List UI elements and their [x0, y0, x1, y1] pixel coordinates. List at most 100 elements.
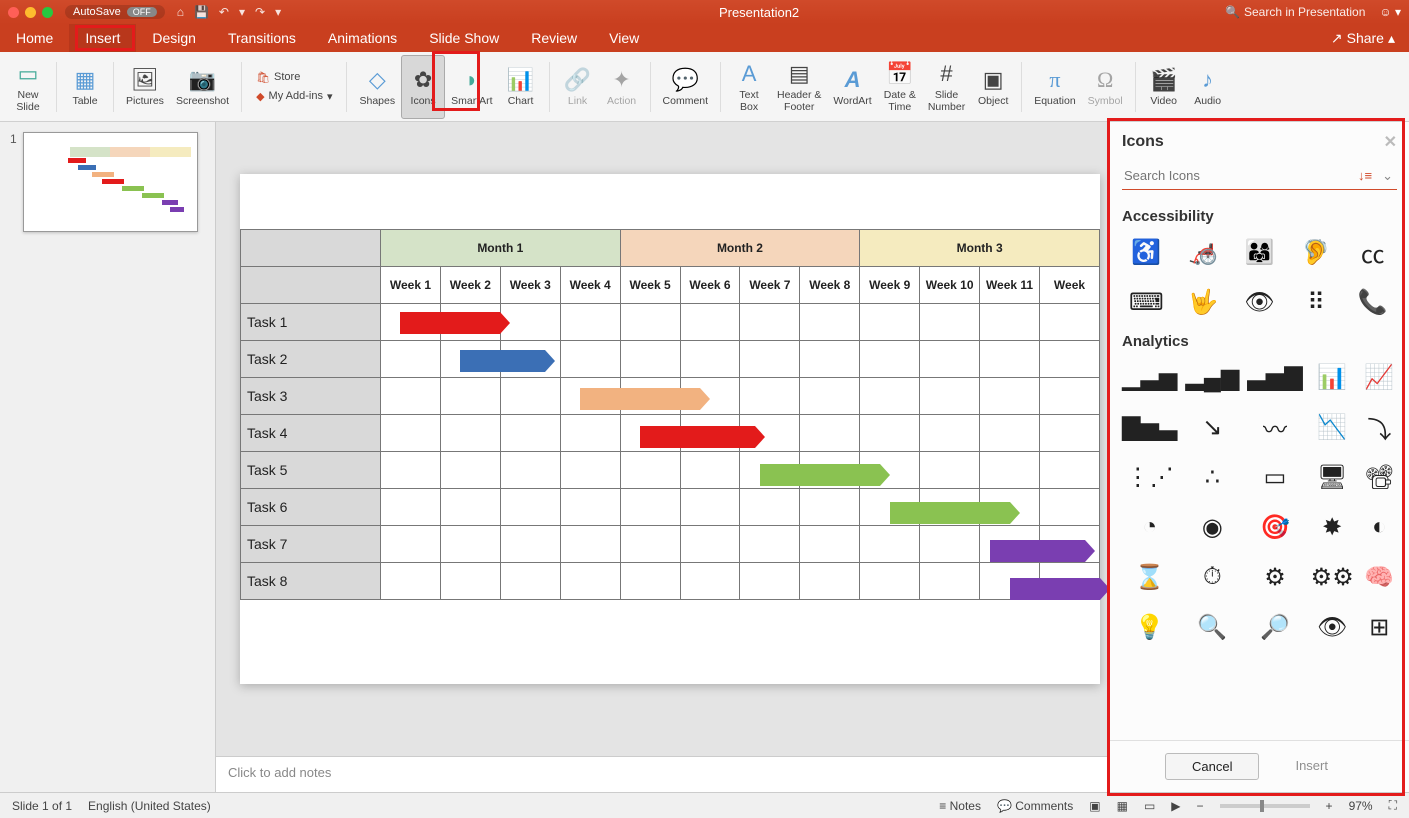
magnifier-chart-icon[interactable]: 🔎	[1247, 606, 1302, 648]
slide-thumbnail-1[interactable]	[23, 132, 198, 232]
line-chart-2-icon[interactable]: 📉	[1311, 406, 1354, 448]
tab-design[interactable]: Design	[136, 24, 212, 52]
flowchart-icon[interactable]: ⊞	[1362, 606, 1397, 648]
comment-button[interactable]: 💬Comment	[657, 55, 715, 119]
radar-icon[interactable]: ✸	[1311, 506, 1354, 548]
target-icon[interactable]: 🎯	[1247, 506, 1302, 548]
headerfooter-button[interactable]: ▤Header & Footer	[771, 55, 827, 119]
datetime-button[interactable]: 📅Date & Time	[878, 55, 922, 119]
zoom-slider[interactable]	[1220, 804, 1310, 808]
shapes-button[interactable]: ◇Shapes	[353, 55, 401, 119]
tab-view[interactable]: View	[593, 24, 655, 52]
tab-review[interactable]: Review	[515, 24, 593, 52]
textbox-button[interactable]: AText Box	[727, 55, 771, 119]
chevron-down-icon[interactable]: ⌄	[1378, 168, 1397, 184]
status-comments[interactable]: 💬 Comments	[997, 799, 1073, 813]
share-button[interactable]: ↗Share▴	[1317, 24, 1409, 52]
accessible-forward-icon[interactable]: 🦽	[1179, 231, 1228, 273]
icons-button[interactable]: ✿Icons	[401, 55, 445, 119]
quick-access-toolbar[interactable]: ⌂💾↶▾↷▾	[177, 5, 281, 19]
smartart-button[interactable]: ◗SmartArt	[445, 55, 498, 119]
venn-icon[interactable]: ◉	[1185, 506, 1239, 548]
bar-chart-3-icon[interactable]: ▃▅▇	[1247, 356, 1302, 398]
bar-chart-up-icon[interactable]: 📊	[1311, 356, 1354, 398]
low-vision-icon[interactable]: 👁	[1235, 281, 1284, 323]
action-button[interactable]: ✦Action	[600, 55, 644, 119]
view-sorter-icon[interactable]: ▦	[1117, 799, 1128, 813]
video-button[interactable]: 🎬Video	[1142, 55, 1186, 119]
presentation-2-icon[interactable]: 🖥	[1311, 456, 1354, 498]
close-panel-icon[interactable]: ✕	[1384, 132, 1397, 152]
chart-button[interactable]: 📊Chart	[499, 55, 543, 119]
wheelchair-icon[interactable]: ♿	[1122, 231, 1171, 273]
view-normal-icon[interactable]: ▣	[1089, 799, 1100, 813]
slide-canvas[interactable]: Month 1 Month 2 Month 3 Week 1Week 2Week…	[240, 174, 1100, 684]
sort-icon[interactable]: ↓≡	[1352, 168, 1378, 183]
fit-icon[interactable]: ⛶	[1389, 798, 1397, 813]
account-icon[interactable]: ☺ ▾	[1379, 5, 1401, 19]
icons-search-input[interactable]	[1122, 162, 1352, 189]
view-slideshow-icon[interactable]: ▶	[1171, 799, 1180, 813]
eye-icon[interactable]: 👁	[1311, 606, 1354, 648]
status-notes[interactable]: ≡ Notes	[939, 799, 981, 813]
scatter-2-icon[interactable]: ∴	[1185, 456, 1239, 498]
line-chart-icon[interactable]: 〰	[1247, 406, 1302, 448]
bar-chart-icon[interactable]: ▁▃▅	[1122, 356, 1177, 398]
hourglass-icon[interactable]: ⌛	[1122, 556, 1177, 598]
bar-chart-arrow-icon[interactable]: 📈	[1362, 356, 1397, 398]
status-language[interactable]: English (United States)	[88, 799, 211, 813]
magnifier-icon[interactable]: 🔍	[1185, 606, 1239, 648]
cancel-button[interactable]: Cancel	[1165, 753, 1259, 780]
tab-slideshow[interactable]: Slide Show	[413, 24, 515, 52]
trend-down-icon[interactable]: ⤵	[1362, 406, 1397, 448]
keyboard-icon[interactable]: ⌨	[1122, 281, 1171, 323]
zoom-out-icon[interactable]: −	[1197, 799, 1204, 813]
bar-chart-down-icon[interactable]: ▇▅▃	[1122, 406, 1177, 448]
autosave-toggle[interactable]: AutoSaveOFF	[65, 5, 165, 19]
tab-animations[interactable]: Animations	[312, 24, 413, 52]
addins-button[interactable]: ◆My Add-ins▾	[256, 90, 332, 103]
new-slide-button[interactable]: ▭New Slide	[6, 55, 50, 119]
textbox-icon: A	[742, 60, 757, 88]
slide-canvas-area[interactable]: Month 1 Month 2 Month 3 Week 1Week 2Week…	[216, 122, 1109, 792]
presentation-icon[interactable]: ▭	[1247, 456, 1302, 498]
closed-caption-icon[interactable]: ㏄	[1348, 231, 1397, 273]
head-gear-icon[interactable]: 🧠	[1362, 556, 1397, 598]
slidenumber-button[interactable]: #Slide Number	[922, 55, 971, 119]
line-down-icon[interactable]: ↘	[1185, 406, 1239, 448]
pie-icon[interactable]: ◔	[1122, 506, 1177, 548]
window-controls[interactable]	[8, 7, 53, 18]
store-button[interactable]: 🛍Store	[256, 71, 332, 84]
screenshot-button[interactable]: 📷Screenshot	[170, 55, 235, 119]
gauge-icon[interactable]: ◐	[1362, 506, 1397, 548]
tab-insert[interactable]: Insert	[69, 24, 136, 52]
sign-language-icon[interactable]: 🤟	[1179, 281, 1228, 323]
gears-icon[interactable]: ⚙⚙	[1311, 556, 1354, 598]
pictures-button[interactable]: 🖼Pictures	[120, 55, 170, 119]
family-accessible-icon[interactable]: 👨‍👩‍👧	[1235, 231, 1284, 273]
object-button[interactable]: ▣Object	[971, 55, 1015, 119]
gear-icon[interactable]: ⚙	[1247, 556, 1302, 598]
view-reading-icon[interactable]: ▭	[1144, 799, 1155, 813]
notes-pane[interactable]: Click to add notes	[216, 756, 1109, 792]
audio-button[interactable]: ♪Audio	[1186, 55, 1230, 119]
bar-chart-2-icon[interactable]: ▂▄▆	[1185, 356, 1239, 398]
table-button[interactable]: ▦Table	[63, 55, 107, 119]
insert-icon-button[interactable]: Insert	[1269, 753, 1354, 780]
link-button[interactable]: 🔗Link	[556, 55, 600, 119]
presentation-3-icon[interactable]: 📽	[1362, 456, 1397, 498]
zoom-level[interactable]: 97%	[1349, 799, 1373, 813]
stopwatch-icon[interactable]: ⏱	[1185, 556, 1239, 598]
tab-home[interactable]: Home	[0, 24, 69, 52]
tab-transitions[interactable]: Transitions	[212, 24, 312, 52]
symbol-button[interactable]: ΩSymbol	[1082, 55, 1129, 119]
deaf-icon[interactable]: 🦻	[1292, 231, 1341, 273]
braille-icon[interactable]: ⠿	[1292, 281, 1341, 323]
scatter-icon[interactable]: ⋮⋰	[1122, 456, 1177, 498]
wordart-button[interactable]: AWordArt	[827, 55, 877, 119]
search-presentation[interactable]: 🔍Search in Presentation	[1225, 5, 1365, 19]
bulb-icon[interactable]: 💡	[1122, 606, 1177, 648]
tty-icon[interactable]: 📞	[1348, 281, 1397, 323]
equation-button[interactable]: πEquation	[1028, 55, 1081, 119]
zoom-in-icon[interactable]: +	[1326, 799, 1333, 813]
